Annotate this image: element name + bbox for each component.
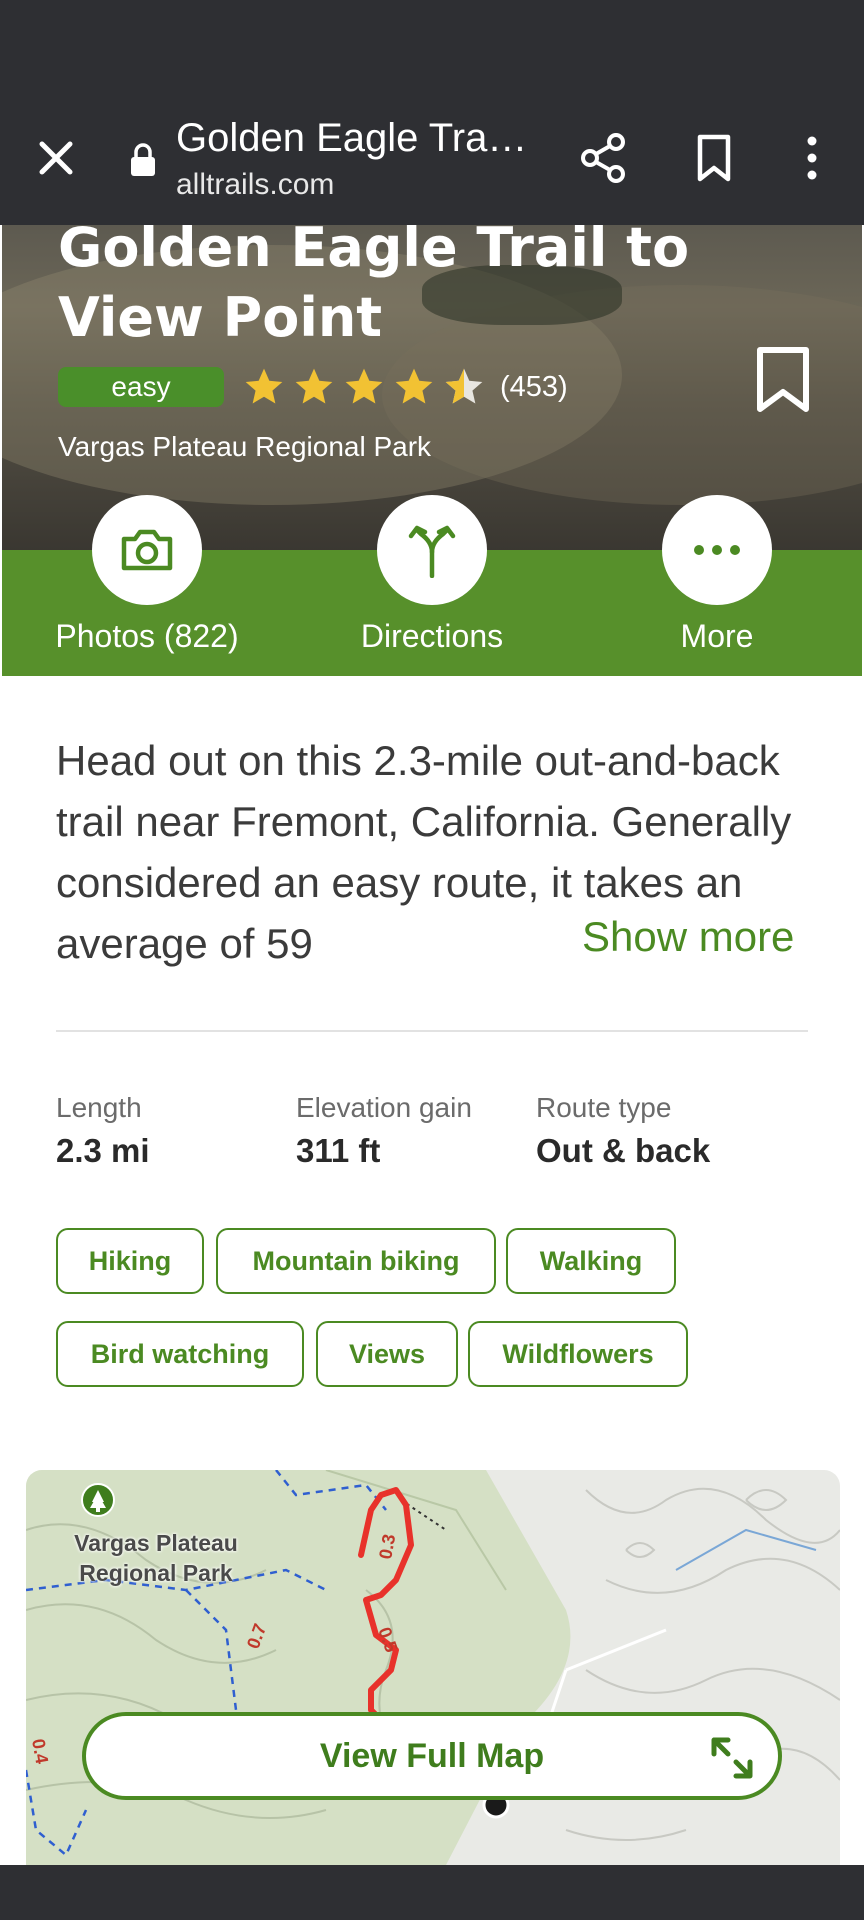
- browser-url[interactable]: alltrails.com: [176, 168, 334, 202]
- stat-label: Route type: [536, 1092, 672, 1123]
- bookmark-icon[interactable]: [692, 132, 736, 184]
- directions-icon: [408, 525, 456, 578]
- star-icon: [245, 368, 283, 404]
- view-full-map-button[interactable]: View Full Map: [82, 1712, 782, 1800]
- review-count[interactable]: (453): [500, 371, 568, 404]
- tag-chip[interactable]: Views: [316, 1321, 458, 1387]
- save-trail-bookmark-icon[interactable]: [754, 345, 812, 415]
- photos-circle[interactable]: [92, 495, 202, 605]
- photos-button[interactable]: Photos (822): [7, 495, 287, 750]
- browser-toolbar: Golden Eagle Tra… alltrails.com: [0, 90, 864, 225]
- camera-icon: [121, 529, 173, 571]
- stat-value: 311 ft: [296, 1132, 381, 1169]
- map-marker-label: 0.4: [28, 1737, 52, 1765]
- stat-elevation: Elevation gain 311 ft: [296, 1092, 472, 1170]
- trail-title: Golden Eagle Trail to View Point: [58, 225, 690, 349]
- lock-icon: [131, 143, 155, 176]
- tag-chip[interactable]: Walking: [506, 1228, 676, 1294]
- more-button[interactable]: More: [577, 495, 857, 750]
- tag-chip[interactable]: Hiking: [56, 1228, 204, 1294]
- overflow-menu-icon[interactable]: [800, 132, 824, 184]
- directions-label: Directions: [360, 618, 504, 654]
- park-name[interactable]: Vargas Plateau Regional Park: [58, 431, 431, 463]
- difficulty-badge: easy: [58, 367, 224, 407]
- trail-map[interactable]: Vargas Plateau Regional Park 0.3 0.5 0.7…: [26, 1470, 840, 1865]
- rating-stars: [242, 365, 486, 409]
- browser-page-title[interactable]: Golden Eagle Tra…: [176, 116, 527, 161]
- expand-icon: [711, 1737, 753, 1779]
- show-more-link[interactable]: Show more: [578, 913, 795, 961]
- stat-length: Length 2.3 mi: [56, 1092, 150, 1170]
- status-bar: [0, 0, 864, 90]
- star-icon: [345, 368, 383, 404]
- divider: [56, 1030, 808, 1032]
- tag-chip[interactable]: Bird watching: [56, 1321, 304, 1387]
- star-half-icon: [445, 368, 483, 404]
- tag-chip[interactable]: Wildflowers: [468, 1321, 688, 1387]
- share-icon[interactable]: [578, 132, 628, 184]
- star-icon: [395, 368, 433, 404]
- more-circle[interactable]: [662, 495, 772, 605]
- system-nav-bar: [0, 1865, 864, 1920]
- map-mileage-markers: 0.3 0.5 0.7 0.4: [28, 1533, 402, 1766]
- map-marker-label: 0.7: [243, 1621, 270, 1651]
- stat-label: Elevation gain: [296, 1092, 472, 1123]
- more-dots-icon: [694, 545, 740, 555]
- star-icon: [295, 368, 333, 404]
- photos-label: Photos (822): [55, 618, 239, 654]
- close-icon[interactable]: [32, 134, 80, 182]
- stat-route-type: Route type Out & back: [536, 1092, 710, 1170]
- directions-circle[interactable]: [377, 495, 487, 605]
- view-full-map-label: View Full Map: [319, 1737, 545, 1775]
- stat-label: Length: [56, 1092, 142, 1123]
- more-label: More: [680, 618, 754, 654]
- stat-value: 2.3 mi: [56, 1132, 150, 1169]
- tag-chip[interactable]: Mountain biking: [216, 1228, 496, 1294]
- directions-button[interactable]: Directions: [292, 495, 572, 750]
- trail-action-bar: Photos (822) Directions More: [2, 495, 862, 676]
- map-marker-label: 0.3: [375, 1533, 399, 1561]
- stat-value: Out & back: [536, 1132, 711, 1169]
- map-marker-label: 0.5: [374, 1625, 401, 1655]
